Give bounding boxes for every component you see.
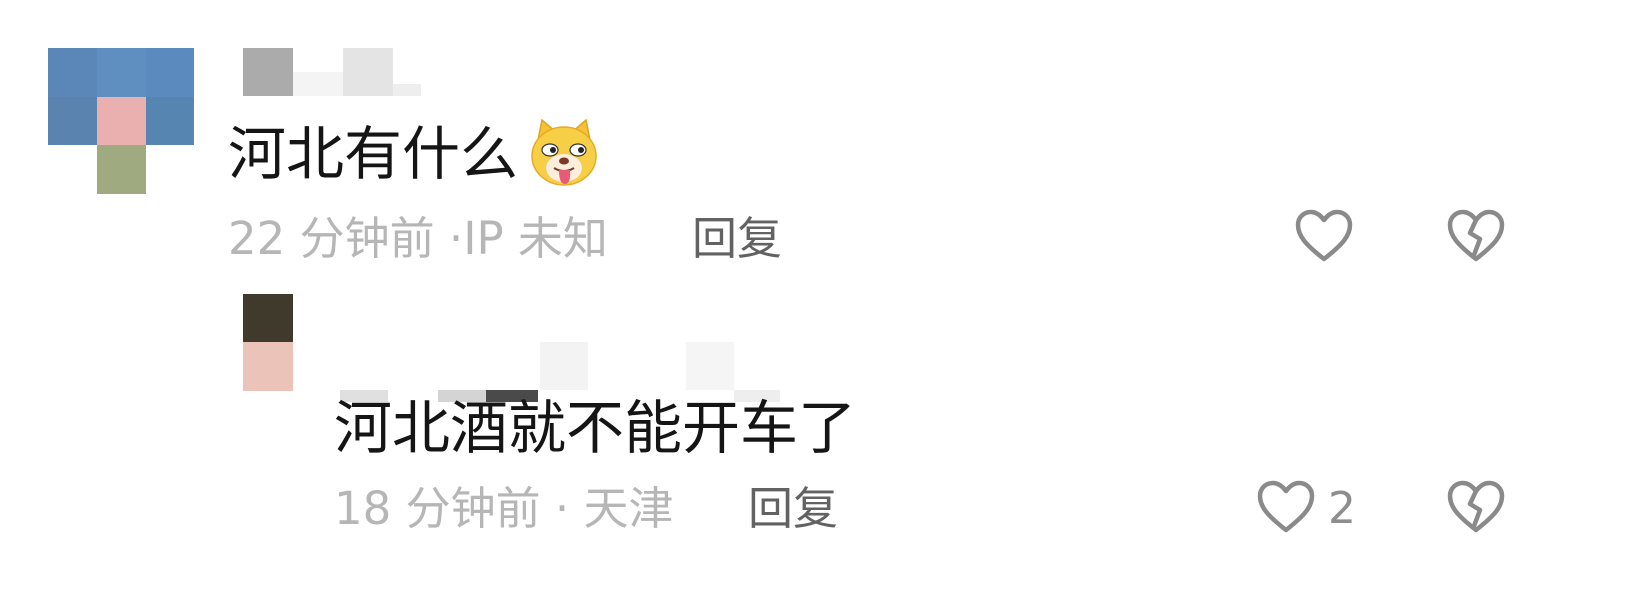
timestamp: 22 分钟前: [228, 212, 435, 265]
comment-text: 河北酒就不能开车了: [334, 394, 857, 462]
timestamp: 18 分钟前: [334, 482, 541, 535]
reply-button[interactable]: 回复: [748, 482, 838, 536]
ip-location: IP 未知: [463, 212, 608, 265]
username[interactable]: [243, 48, 423, 96]
comment-text: 河北有什么: [228, 118, 600, 190]
comment-meta: 22 分钟前 ·IP 未知: [228, 212, 608, 266]
heart-outline-icon[interactable]: [1254, 476, 1318, 540]
heart-outline-icon[interactable]: [1292, 205, 1356, 269]
like-count: 2: [1328, 483, 1356, 534]
avatar[interactable]: [243, 294, 293, 391]
comment-section: 河北有什么 22 分钟前 ·IP 未知 回复 河北酒就不能开车了 18 分钟前 …: [0, 0, 1630, 600]
separator-dot: ·: [448, 212, 464, 265]
reply-button[interactable]: 回复: [692, 212, 782, 266]
broken-heart-icon[interactable]: [1444, 476, 1508, 540]
broken-heart-icon[interactable]: [1444, 205, 1508, 269]
ip-location: 天津: [583, 482, 674, 535]
comment-meta: 18 分钟前 · 天津: [334, 482, 674, 536]
avatar[interactable]: [48, 48, 194, 194]
doge-tongue-emoji: [531, 118, 597, 186]
separator-dot: ·: [554, 482, 570, 535]
